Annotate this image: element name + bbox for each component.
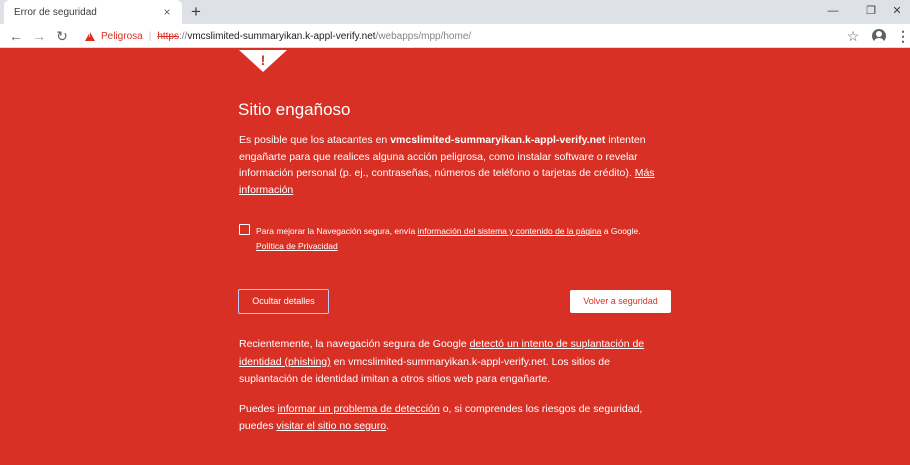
tab-title: Error de seguridad <box>14 6 97 18</box>
danger-warning-icon[interactable] <box>85 31 95 41</box>
url-scheme: https <box>157 30 179 42</box>
page-heading: Sitio engañoso <box>238 100 351 119</box>
details-p2-after: . <box>386 420 390 432</box>
details-paragraph-1: Recientemente, la navegación segura de G… <box>239 336 671 389</box>
forward-button[interactable]: → <box>29 26 49 46</box>
url-path: /webapps/mpp/home/ <box>375 30 472 42</box>
profile-avatar-icon[interactable] <box>872 29 886 43</box>
tab-close-icon[interactable]: × <box>160 6 174 18</box>
optin-text-before: Para mejorar la Navegación segura, envía <box>256 226 418 236</box>
optin-label: Para mejorar la Navegación segura, envía… <box>256 224 669 254</box>
reload-button[interactable]: ↻ <box>52 26 72 46</box>
warning-exclamation-mark: ! <box>260 52 266 68</box>
tab-strip: Error de seguridad × + — ❐ ✕ <box>0 0 910 24</box>
privacy-policy-link[interactable]: Política de Privacidad <box>256 241 338 251</box>
optin-checkbox[interactable] <box>239 224 250 235</box>
browser-menu-icon[interactable]: ⋮ <box>896 26 910 46</box>
details-p1-before: Recientemente, la navegación segura de G… <box>239 338 470 350</box>
visit-unsafe-site-link[interactable]: visitar el sitio no seguro <box>276 420 386 432</box>
url-scheme-separator: :// <box>179 30 188 42</box>
new-tab-button[interactable]: + <box>186 2 206 22</box>
details-p2-before: Puedes <box>239 402 278 415</box>
tab-security-error[interactable]: Error de seguridad × <box>4 0 182 24</box>
url-host: vmcslimited-summaryikan.k-appl-verify.ne… <box>187 30 376 42</box>
optin-text-middle: a Google. <box>601 226 641 236</box>
primary-site-name: vmcslimited-summaryikan.k-appl-verify.ne… <box>390 134 606 146</box>
bookmark-star-icon[interactable]: ☆ <box>843 26 863 46</box>
security-status-label[interactable]: Peligrosa <box>101 31 143 42</box>
close-window-icon[interactable]: ✕ <box>882 2 910 20</box>
system-info-link[interactable]: información del sistema y contenido de l… <box>418 226 602 236</box>
primary-text-before: Es posible que los atacantes en <box>239 134 391 146</box>
primary-paragraph: Es posible que los atacantes en vmcslimi… <box>239 132 671 198</box>
report-detection-problem-link[interactable]: informar un problema de detección <box>278 403 440 415</box>
details-section: Recientemente, la navegación segura de G… <box>239 336 671 448</box>
hide-details-button[interactable]: Ocultar detalles <box>238 289 329 314</box>
deceptive-site-interstitial: ! Sitio engañoso Es posible que los atac… <box>0 48 910 465</box>
details-paragraph-2: Puedes informar un problema de detección… <box>239 401 671 436</box>
back-button[interactable]: ← <box>6 26 26 46</box>
browser-toolbar: ← → ↻ Peligrosa | https://vmcslimited-su… <box>0 24 910 48</box>
back-to-safety-button[interactable]: Volver a seguridad <box>570 290 671 313</box>
omnibox-separator: | <box>148 30 152 42</box>
minimize-icon[interactable]: — <box>818 2 848 20</box>
address-bar[interactable]: Peligrosa | https://vmcslimited-summaryi… <box>79 26 869 46</box>
